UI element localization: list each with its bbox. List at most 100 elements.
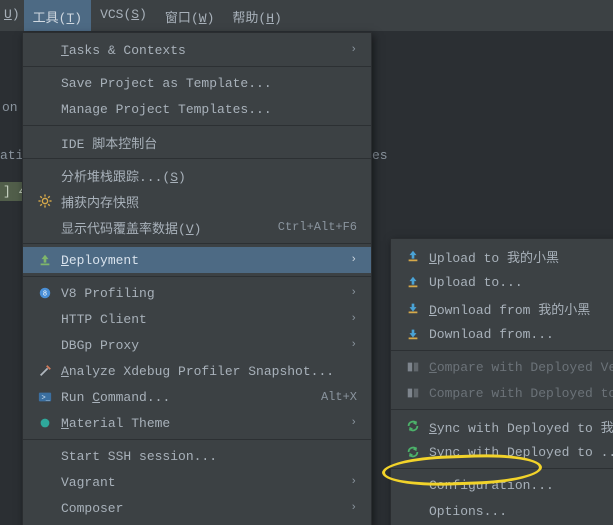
bg-ghost-4: es [372,148,388,163]
tools-item-label: Manage Project Templates... [61,102,357,117]
tools-item-16[interactable]: Analyze Xdebug Profiler Snapshot... [23,358,371,384]
tools-item-label: 捕获内存快照 [61,192,357,211]
bg-ghost-2: ati [0,148,23,163]
tools-separator [23,158,371,159]
deploy-item-0[interactable]: Upload to 我的小黑 [391,243,613,269]
tools-item-label: Vagrant [61,475,330,490]
compare-icon [403,386,423,400]
tools-item-8[interactable]: 捕获内存快照 [23,188,371,214]
tools-item-2[interactable]: Save Project as Template... [23,70,371,96]
deploy-item-11[interactable]: Configuration... [391,472,613,498]
tools-item-5[interactable]: IDE 脚本控制台 [23,129,371,155]
deploy-item-3[interactable]: Download from... [391,321,613,347]
submenu-arrow-icon: › [350,502,357,514]
v8-icon: 8 [35,286,55,300]
tools-item-label: Material Theme [61,416,330,431]
tools-item-label: Save Project as Template... [61,76,357,91]
tools-item-13[interactable]: 8 V8 Profiling › [23,280,371,306]
tools-separator [23,243,371,244]
submenu-arrow-icon: › [350,476,357,488]
deploy-item-5: Compare with Deployed Ve [391,354,613,380]
tools-item-20[interactable]: Start SSH session... [23,443,371,469]
dot-icon [35,416,55,430]
tools-separator [23,125,371,126]
tools-item-0[interactable]: Tasks & Contexts › [23,37,371,63]
upload-green-icon [35,253,55,267]
deploy-item-6: Compare with Deployed to [391,380,613,406]
deploy-item-label: Configuration... [429,478,613,493]
tools-item-label: Start SSH session... [61,449,357,464]
tools-item-label: 分析堆栈跟踪...(S) [61,166,357,185]
deploy-item-1[interactable]: Upload to... [391,269,613,295]
menubar-prev-fragment: U) [0,0,24,31]
sync-icon [403,445,423,459]
tools-item-7[interactable]: 分析堆栈跟踪...(S) [23,162,371,188]
deploy-item-label: Sync with Deployed to ... [429,445,613,460]
deploy-item-12[interactable]: Options... [391,498,613,524]
tools-separator [23,66,371,67]
submenu-arrow-icon: › [350,44,357,56]
tools-item-label: Run Command... [61,390,297,405]
shortcut-label: Ctrl+Alt+F6 [278,220,357,234]
compare-icon [403,360,423,374]
deploy-item-label: Compare with Deployed Ve [429,360,613,375]
menu-tools[interactable]: 工具(T) [24,0,91,31]
deployment-submenu: Upload to 我的小黑 Upload to... Download from … [390,238,613,525]
deploy-item-label: Compare with Deployed to [429,386,613,401]
download-blue-icon [403,301,423,315]
tools-item-label: Deployment [61,253,330,268]
tools-item-15[interactable]: DBGp Proxy › [23,332,371,358]
deploy-item-label: Options... [429,504,613,519]
submenu-arrow-icon: › [350,254,357,266]
terminal-icon: >_ [35,390,55,404]
tools-item-label: Composer [61,501,330,516]
upload-blue-icon [403,275,423,289]
download-blue-icon [403,327,423,341]
tools-item-label: V8 Profiling [61,286,330,301]
tools-separator [23,439,371,440]
deploy-item-label: Download from... [429,327,613,342]
tools-item-11[interactable]: Deployment › [23,247,371,273]
deploy-separator [391,409,613,410]
sync-icon [403,419,423,433]
menu-help[interactable]: 帮助(H) [223,0,290,31]
svg-text:8: 8 [43,291,47,298]
deploy-item-8[interactable]: Sync with Deployed to 我 [391,413,613,439]
deploy-item-label: Upload to... [429,275,613,290]
deploy-separator [391,350,613,351]
deploy-item-label: Upload to 我的小黑 [429,247,613,266]
tools-item-17[interactable]: >_ Run Command... Alt+X [23,384,371,410]
bg-ghost-1: on [2,100,18,115]
submenu-arrow-icon: › [350,313,357,325]
gear-icon [35,194,55,208]
tools-item-18[interactable]: Material Theme › [23,410,371,436]
svg-text:>_: >_ [42,395,51,403]
menubar: U) 工具(T) VCS(S) 窗口(W) 帮助(H) [0,0,613,32]
tools-item-label: 显示代码覆盖率数据(V) [61,218,254,237]
deploy-separator [391,468,613,469]
tools-dropdown: Tasks & Contexts › Save Project as Templat… [22,32,372,525]
submenu-arrow-icon: › [350,417,357,429]
tools-separator [23,276,371,277]
shortcut-label: Alt+X [321,390,357,404]
deploy-item-9[interactable]: Sync with Deployed to ... [391,439,613,465]
tools-item-label: HTTP Client [61,312,330,327]
tools-item-22[interactable]: Composer › [23,495,371,521]
submenu-arrow-icon: › [350,287,357,299]
wand-icon [35,364,55,378]
tools-item-label: Tasks & Contexts [61,43,330,58]
menu-window[interactable]: 窗口(W) [156,0,223,31]
tools-item-label: Analyze Xdebug Profiler Snapshot... [61,364,357,379]
tools-item-label: IDE 脚本控制台 [61,133,357,152]
upload-blue-icon [403,249,423,263]
deploy-item-label: Download from 我的小黑 [429,299,613,318]
menu-vcs[interactable]: VCS(S) [91,0,156,31]
tools-item-3[interactable]: Manage Project Templates... [23,96,371,122]
tools-item-9[interactable]: 显示代码覆盖率数据(V) Ctrl+Alt+F6 [23,214,371,240]
tools-item-14[interactable]: HTTP Client › [23,306,371,332]
deploy-item-label: Sync with Deployed to 我 [429,417,613,436]
submenu-arrow-icon: › [350,339,357,351]
tools-item-21[interactable]: Vagrant › [23,469,371,495]
tools-item-label: DBGp Proxy [61,338,330,353]
deploy-item-2[interactable]: Download from 我的小黑 [391,295,613,321]
